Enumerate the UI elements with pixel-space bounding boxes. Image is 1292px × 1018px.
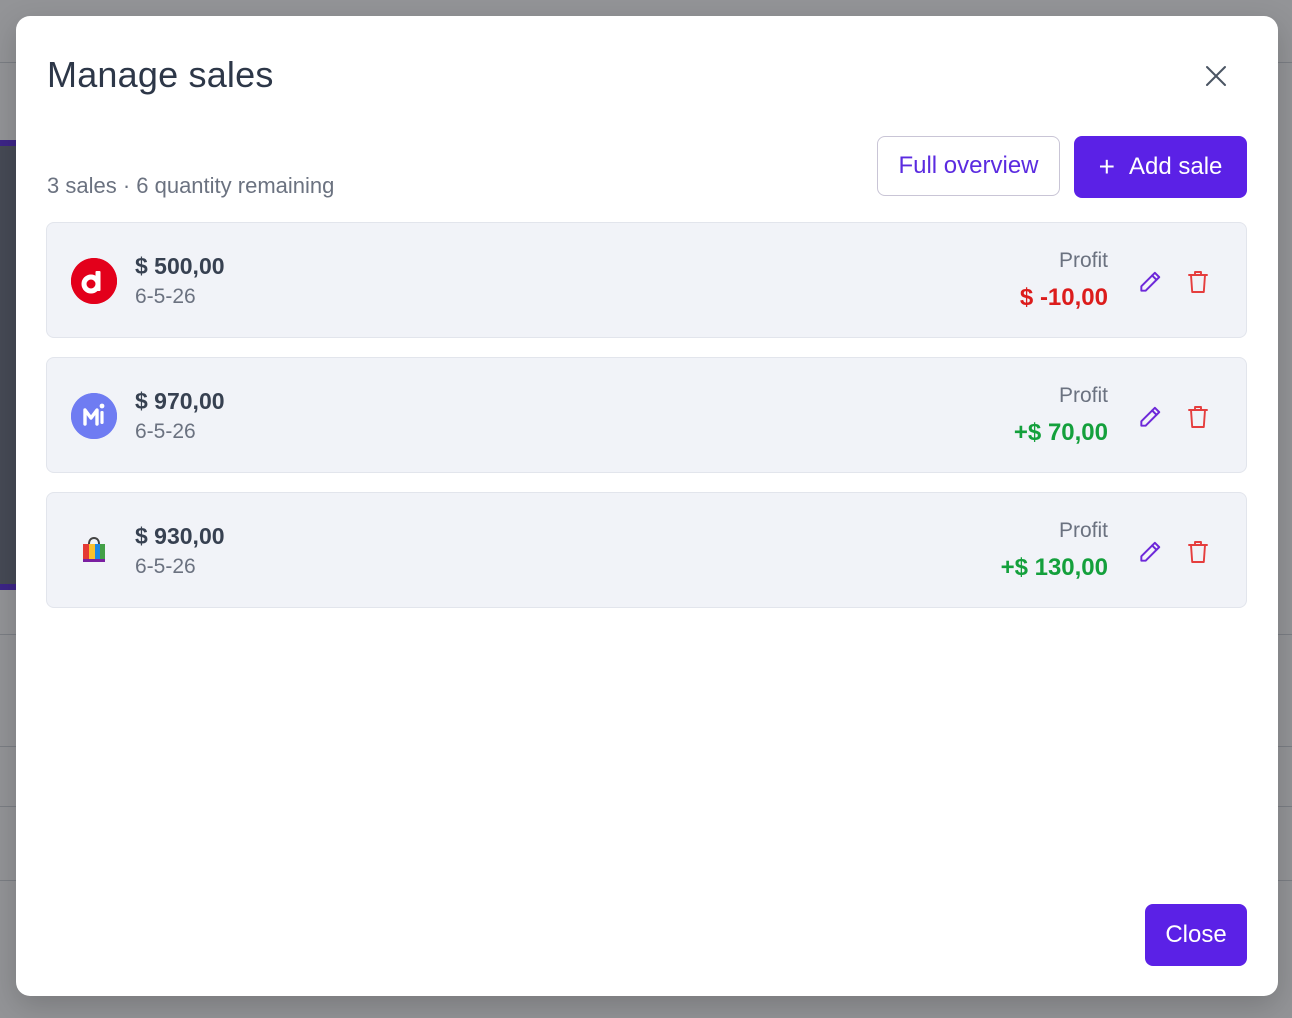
- profit-label: Profit: [1058, 384, 1108, 407]
- red-d-logo-icon: [71, 258, 117, 304]
- sale-date: 6-5-26: [135, 285, 196, 308]
- edit-sale-button[interactable]: [1133, 535, 1167, 569]
- close-icon: [1206, 66, 1226, 86]
- profit-value: +$ 70,00: [1013, 419, 1108, 446]
- profit-value: $ -10,00: [1019, 284, 1108, 311]
- sale-amount: $ 500,00: [135, 253, 225, 279]
- sales-summary: 3 sales · 6 quantity remaining: [47, 173, 335, 198]
- profit-label: Profit: [1058, 249, 1108, 272]
- blue-m-logo-icon: [71, 393, 117, 439]
- close-button[interactable]: Close: [1145, 904, 1247, 966]
- sale-row: $ 930,00 6-5-26 Profit +$ 130,00: [46, 492, 1247, 608]
- delete-sale-button[interactable]: [1181, 535, 1215, 569]
- plus-icon: +: [1098, 151, 1115, 182]
- add-sale-label: Add sale: [1128, 153, 1223, 180]
- modal-title: Manage sales: [47, 54, 274, 95]
- delete-sale-button[interactable]: [1181, 265, 1215, 299]
- full-overview-button[interactable]: Full overview: [877, 136, 1060, 196]
- edit-sale-button[interactable]: [1133, 265, 1167, 299]
- sale-amount: $ 930,00: [135, 523, 225, 549]
- sale-date: 6-5-26: [135, 555, 196, 578]
- close-icon-button[interactable]: [1196, 56, 1236, 96]
- delete-sale-button[interactable]: [1181, 400, 1215, 434]
- pencil-icon: [1140, 406, 1161, 427]
- pencil-icon: [1140, 271, 1161, 292]
- sale-row: $ 970,00 6-5-26 Profit +$ 70,00: [46, 357, 1247, 473]
- sale-amount: $ 970,00: [135, 388, 225, 414]
- trash-icon: [1188, 406, 1208, 428]
- shopping-bag-logo-icon: [71, 528, 117, 574]
- profit-value: +$ 130,00: [1000, 554, 1108, 581]
- sale-date: 6-5-26: [135, 420, 196, 443]
- trash-icon: [1188, 271, 1208, 293]
- add-sale-button[interactable]: + Add sale: [1074, 136, 1247, 198]
- trash-icon: [1188, 541, 1208, 563]
- sale-row: $ 500,00 6-5-26 Profit $ -10,00: [46, 222, 1247, 338]
- profit-label: Profit: [1058, 519, 1108, 542]
- manage-sales-modal: Manage sales 3 sales · 6 quantity remain…: [16, 16, 1278, 996]
- edit-sale-button[interactable]: [1133, 400, 1167, 434]
- pencil-icon: [1140, 541, 1161, 562]
